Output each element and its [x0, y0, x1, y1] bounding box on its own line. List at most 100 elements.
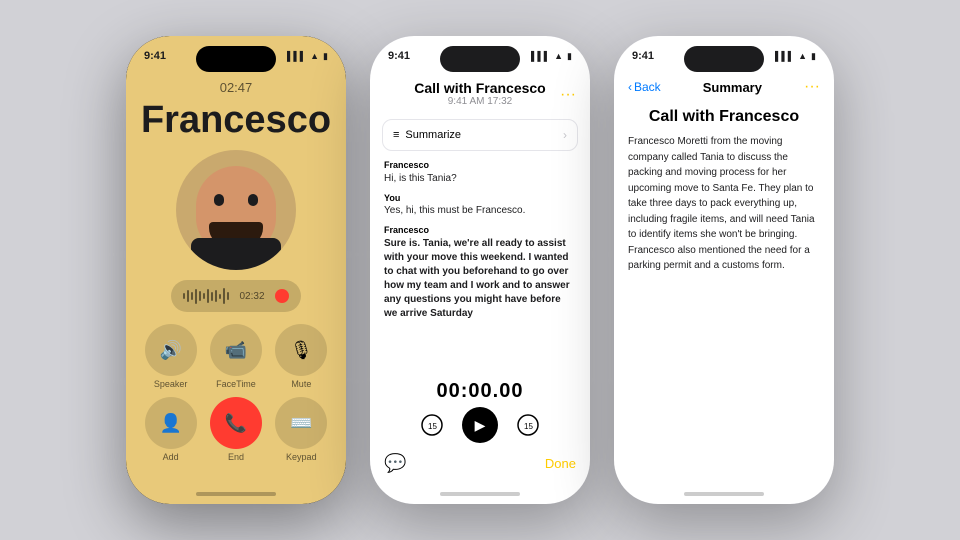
battery-icon-2: ▮ [567, 51, 572, 62]
back-label: Back [634, 80, 661, 94]
call-subtitle: 9:41 AM 17:32 [386, 96, 574, 107]
mute-button[interactable]: 🎙 Mute [273, 324, 330, 389]
call-buttons: 🔊 Speaker 📹 FaceTime 🎙 Mute 👤 Add 📞 End … [126, 324, 346, 462]
keypad-icon-btn[interactable]: ⌨️ [275, 397, 327, 449]
nav-title: Summary [703, 80, 762, 95]
battery-icon-3: ▮ [811, 51, 816, 62]
chevron-right-icon: › [563, 128, 567, 142]
facetime-icon-btn[interactable]: 📹 [210, 324, 262, 376]
play-button[interactable]: ▶ [462, 407, 498, 443]
signal-icon: ▌▌▌ [287, 51, 306, 61]
status-icons: ▌▌▌ ▲ ▮ [287, 51, 328, 62]
add-label: Add [163, 452, 179, 462]
dynamic-island [196, 46, 276, 72]
speaker-icon-btn[interactable]: 🔊 [145, 324, 197, 376]
player-area: 00:00.00 15 ▶ 15 [370, 372, 590, 447]
waveform-visual [183, 286, 229, 306]
wave-bar [199, 291, 201, 301]
memoji-eye-left [214, 194, 224, 206]
wave-bar [203, 293, 205, 299]
wave-bar [223, 288, 225, 304]
wave-bar [195, 289, 197, 304]
done-button[interactable]: Done [545, 456, 576, 471]
transcript-msg-3: Francesco Sure is. Tania, we're all read… [384, 224, 576, 321]
mute-icon-btn[interactable]: 🎙 [275, 324, 327, 376]
end-label: End [228, 452, 244, 462]
transcript-scroll[interactable]: Francesco Hi, is this Tania? You Yes, hi… [370, 159, 590, 372]
add-button[interactable]: 👤 Add [142, 397, 199, 462]
battery-icon: ▮ [323, 51, 328, 62]
speaker-2: You [384, 192, 576, 205]
keypad-button[interactable]: ⌨️ Keypad [273, 397, 330, 462]
phone-transcription: 9:41 ▌▌▌ ▲ ▮ Call with Francesco 9:41 AM… [370, 36, 590, 504]
speaker-label: Speaker [154, 379, 188, 389]
svg-text:15: 15 [428, 422, 437, 431]
waveform-time: 02:32 [239, 291, 264, 302]
add-icon-btn[interactable]: 👤 [145, 397, 197, 449]
wave-bar [211, 292, 213, 301]
call-title: Call with Francesco [386, 80, 574, 96]
summary-body: Francesco Moretti from the moving compan… [614, 134, 834, 274]
wave-bar [183, 293, 185, 299]
svg-text:15: 15 [524, 422, 533, 431]
phone-summary: 9:41 ▌▌▌ ▲ ▮ ‹ Back Summary ··· Call wit… [614, 36, 834, 504]
memoji-avatar [176, 150, 296, 270]
summarize-button[interactable]: ≡ Summarize › [382, 119, 578, 151]
recording-indicator [275, 289, 289, 303]
text-3: Sure is. Tania, we're all ready to assis… [384, 237, 576, 321]
status-time-3: 9:41 [632, 50, 654, 62]
home-bar [196, 492, 276, 496]
speaker-button[interactable]: 🔊 Speaker [142, 324, 199, 389]
summarize-icon: ≡ [393, 129, 399, 141]
more-button[interactable]: ··· [560, 86, 576, 104]
wave-bar [207, 289, 209, 303]
transcript-msg-2: You Yes, hi, this must be Francesco. [384, 192, 576, 219]
player-controls: 15 ▶ 15 [384, 407, 576, 443]
end-icon-btn[interactable]: 📞 [210, 397, 262, 449]
keypad-label: Keypad [286, 452, 317, 462]
avatar [176, 150, 296, 270]
status-icons-2: ▌▌▌ ▲ ▮ [531, 51, 572, 62]
summarize-left: ≡ Summarize [393, 129, 461, 141]
call-duration: 02:47 [220, 80, 253, 95]
wifi-icon: ▲ [310, 51, 319, 61]
caller-name: Francesco [141, 99, 331, 142]
dynamic-island-2 [440, 46, 520, 72]
rewind-button[interactable]: 15 [418, 411, 446, 439]
summarize-label: Summarize [405, 129, 461, 141]
status-icons-3: ▌▌▌ ▲ ▮ [775, 51, 816, 62]
wave-bar [219, 294, 221, 299]
wifi-icon-2: ▲ [554, 51, 563, 61]
dynamic-island-3 [684, 46, 764, 72]
phone-active-call: 9:41 ▌▌▌ ▲ ▮ 02:47 Francesco [126, 36, 346, 504]
home-bar-2 [440, 492, 520, 496]
transcript-msg-1: Francesco Hi, is this Tania? [384, 159, 576, 186]
wave-bar [215, 290, 217, 302]
mute-label: Mute [291, 379, 311, 389]
transcript-icon: 💬 [384, 453, 406, 474]
wave-bar [227, 292, 229, 300]
memoji-shirt [191, 238, 281, 270]
text-2: Yes, hi, this must be Francesco. [384, 204, 576, 218]
facetime-label: FaceTime [216, 379, 256, 389]
chevron-left-icon: ‹ [628, 80, 632, 94]
summary-title: Call with Francesco [614, 102, 834, 134]
forward-button[interactable]: 15 [514, 411, 542, 439]
call-screen: 9:41 ▌▌▌ ▲ ▮ 02:47 Francesco [126, 36, 346, 504]
speaker-1: Francesco [384, 159, 576, 172]
facetime-button[interactable]: 📹 FaceTime [207, 324, 264, 389]
waveform-bar: 02:32 [171, 280, 300, 312]
summary-screen: 9:41 ▌▌▌ ▲ ▮ ‹ Back Summary ··· Call wit… [614, 36, 834, 504]
status-time-2: 9:41 [388, 50, 410, 62]
summary-more-button[interactable]: ··· [804, 78, 820, 96]
text-1: Hi, is this Tania? [384, 172, 576, 186]
end-button[interactable]: 📞 End [207, 397, 264, 462]
memoji-eye-right [248, 194, 258, 206]
transcription-screen: 9:41 ▌▌▌ ▲ ▮ Call with Francesco 9:41 AM… [370, 36, 590, 504]
signal-icon-3: ▌▌▌ [775, 51, 794, 61]
signal-icon-2: ▌▌▌ [531, 51, 550, 61]
back-button[interactable]: ‹ Back [628, 80, 661, 94]
status-time: 9:41 [144, 50, 166, 62]
wave-bar [191, 292, 193, 300]
player-time: 00:00.00 [384, 380, 576, 403]
